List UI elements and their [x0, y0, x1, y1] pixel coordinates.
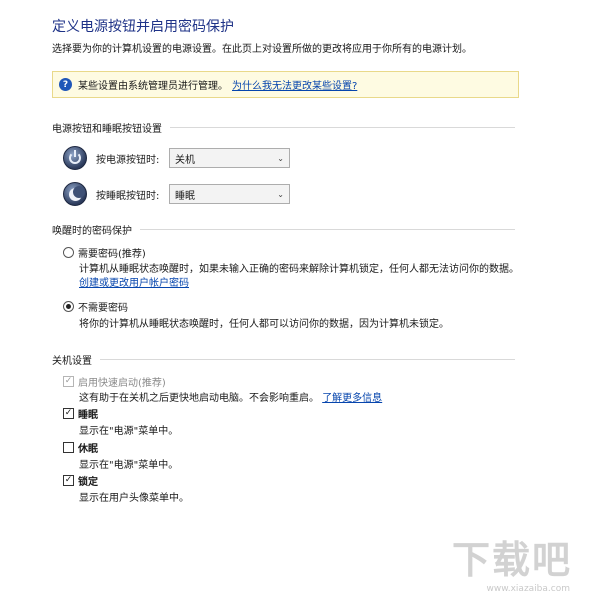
divider	[170, 127, 515, 128]
shutdown-section-heading-text: 关机设置	[52, 356, 92, 367]
watermark-logo: 下载吧	[451, 538, 572, 582]
sleep-checkbox[interactable]: ✓	[63, 408, 74, 419]
why-cannot-change-link[interactable]: 为什么我无法更改某些设置?	[232, 77, 357, 92]
hibernate-desc: 显示在"电源"菜单中。	[79, 460, 179, 471]
sleep-button-row: 按睡眠按钮时: 睡眠 ⌄	[63, 182, 290, 206]
lock-option[interactable]: ✓ 锁定	[63, 473, 98, 488]
sleep-option[interactable]: ✓ 睡眠	[63, 406, 98, 421]
no-password-label: 不需要密码	[78, 303, 128, 314]
fast-startup-desc: 这有助于在关机之后更快地启动电脑。不会影响重启。	[79, 393, 319, 404]
fast-startup-option: ✓ 启用快速启动(推荐)	[63, 374, 166, 389]
lock-desc: 显示在用户头像菜单中。	[79, 493, 189, 504]
sleep-label: 睡眠	[78, 410, 98, 421]
fast-startup-desc-row: 这有助于在关机之后更快地启动电脑。不会影响重启。 了解更多信息	[79, 389, 382, 404]
sleep-button-select[interactable]: 睡眠 ⌄	[169, 184, 290, 204]
power-section-heading-text: 电源按钮和睡眠按钮设置	[52, 124, 162, 135]
create-password-link[interactable]: 创建或更改用户帐户密码	[79, 274, 189, 289]
power-button-label: 按电源按钮时:	[96, 154, 160, 166]
password-section-heading-text: 唤醒时的密码保护	[52, 226, 132, 237]
watermark-url: www.xiazaiba.com	[486, 584, 570, 594]
sleep-desc: 显示在"电源"菜单中。	[79, 426, 179, 437]
info-text: 某些设置由系统管理员进行管理。	[78, 81, 228, 92]
question-icon: ?	[59, 78, 72, 91]
no-password-option[interactable]: 不需要密码	[63, 299, 128, 314]
no-password-radio[interactable]	[63, 301, 74, 312]
power-button-row: 按电源按钮时: 关机 ⌄	[63, 146, 290, 170]
sleep-icon	[63, 182, 87, 206]
hibernate-option[interactable]: 休眠	[63, 440, 98, 455]
require-password-label: 需要密码(推荐)	[78, 249, 146, 260]
page-subtitle: 选择要为你的计算机设置的电源设置。在此页上对设置所做的更改将应用于你所有的电源计…	[52, 44, 472, 55]
chevron-down-icon: ⌄	[277, 189, 284, 199]
admin-info-bar: ? 某些设置由系统管理员进行管理。 为什么我无法更改某些设置?	[52, 71, 519, 98]
shutdown-section-heading: 关机设置	[52, 352, 515, 367]
power-icon	[63, 146, 87, 170]
fast-startup-label: 启用快速启动(推荐)	[78, 378, 166, 389]
divider	[140, 229, 515, 230]
fast-startup-checkbox: ✓	[63, 376, 74, 387]
sleep-button-label: 按睡眠按钮时:	[96, 190, 160, 202]
require-password-desc: 计算机从睡眠状态唤醒时，如果未输入正确的密码来解除计算机锁定，任何人都无法访问你…	[79, 264, 519, 275]
sleep-button-value: 睡眠	[175, 190, 195, 202]
power-section-heading: 电源按钮和睡眠按钮设置	[52, 120, 515, 135]
page-title: 定义电源按钮并启用密码保护	[52, 19, 234, 35]
require-password-radio[interactable]	[63, 247, 74, 258]
learn-more-link[interactable]: 了解更多信息	[322, 393, 382, 404]
lock-checkbox[interactable]: ✓	[63, 475, 74, 486]
hibernate-label: 休眠	[78, 444, 98, 455]
power-button-select[interactable]: 关机 ⌄	[169, 148, 290, 168]
power-button-value: 关机	[175, 154, 195, 166]
chevron-down-icon: ⌄	[277, 153, 284, 163]
lock-label: 锁定	[78, 477, 98, 488]
password-section-heading: 唤醒时的密码保护	[52, 222, 515, 237]
divider	[100, 359, 515, 360]
require-password-option[interactable]: 需要密码(推荐)	[63, 245, 146, 260]
no-password-desc: 将你的计算机从睡眠状态唤醒时，任何人都可以访问你的数据，因为计算机未锁定。	[79, 319, 449, 330]
hibernate-checkbox[interactable]	[63, 442, 74, 453]
